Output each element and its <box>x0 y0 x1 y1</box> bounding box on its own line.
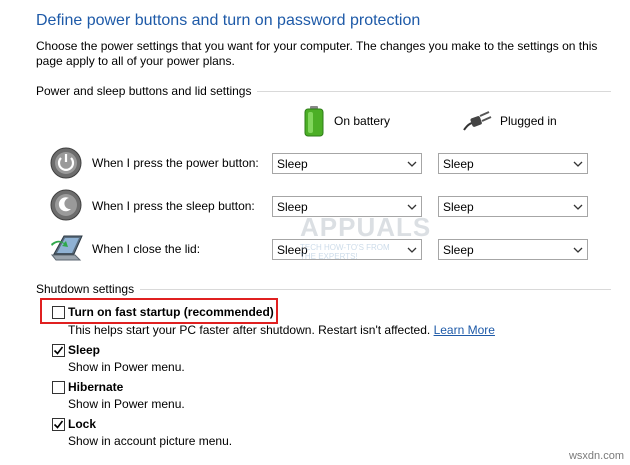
lock-label: Lock <box>68 417 97 431</box>
hibernate-label: Hibernate <box>68 380 124 394</box>
lock-description: Show in account picture menu. <box>68 434 233 448</box>
battery-icon <box>304 106 324 137</box>
fast-startup-checkbox[interactable] <box>52 306 65 319</box>
lid-plugged-value: Sleep <box>443 242 474 257</box>
checkmark-icon <box>53 420 64 429</box>
laptop-lid-icon <box>50 232 83 264</box>
sleep-checkbox[interactable] <box>52 344 65 357</box>
lid-plugged-select[interactable]: Sleep <box>438 239 588 260</box>
lid-label: When I close the lid: <box>92 242 201 256</box>
power-button-plugged-value: Sleep <box>443 156 474 171</box>
lock-checkbox[interactable] <box>52 418 65 431</box>
plug-icon <box>463 111 492 131</box>
section-divider <box>257 90 611 92</box>
site-watermark-text: wsxdn.com <box>568 450 624 462</box>
chevron-down-icon <box>569 204 587 210</box>
checkmark-icon <box>53 346 64 355</box>
chevron-down-icon <box>569 161 587 167</box>
sleep-button-plugged-value: Sleep <box>443 199 474 214</box>
sleep-button-icon <box>50 189 82 221</box>
fast-startup-label: Turn on fast startup (recommended) <box>68 305 274 319</box>
fast-startup-description-text: This helps start your PC faster after sh… <box>68 323 431 337</box>
chevron-down-icon <box>403 161 421 167</box>
sleep-label: Sleep <box>68 343 101 357</box>
chevron-down-icon <box>569 247 587 253</box>
watermark-brand: APPUALS <box>300 212 432 242</box>
power-button-battery-select[interactable]: Sleep <box>272 153 422 174</box>
watermark-tagline-1: TECH HOW-TO'S FROM <box>300 243 390 252</box>
page-description: Choose the power settings that you want … <box>36 39 598 68</box>
column-on-battery: On battery <box>302 105 390 137</box>
power-section-heading: Power and sleep buttons and lid settings <box>36 84 611 98</box>
power-section-title: Power and sleep buttons and lid settings <box>36 84 252 98</box>
power-button-label: When I press the power button: <box>92 156 259 170</box>
appuals-watermark: APPUALS TECH HOW-TO'S FROM THE EXPERTS! <box>300 212 432 272</box>
sleep-button-plugged-select[interactable]: Sleep <box>438 196 588 217</box>
hibernate-checkbox[interactable] <box>52 381 65 394</box>
power-button-battery-value: Sleep <box>277 156 308 171</box>
page-title: Define power buttons and turn on passwor… <box>36 12 421 29</box>
plugged-in-label: Plugged in <box>500 114 557 128</box>
sleep-button-label: When I press the sleep button: <box>92 199 255 213</box>
column-plugged-in: Plugged in <box>462 110 557 132</box>
section-divider <box>140 288 611 290</box>
watermark-tagline-2: THE EXPERTS! <box>300 252 358 261</box>
on-battery-label: On battery <box>334 114 391 128</box>
sleep-description: Show in Power menu. <box>68 360 185 374</box>
chevron-down-icon <box>403 204 421 210</box>
power-button-icon <box>50 147 82 179</box>
shutdown-section-heading: Shutdown settings <box>36 282 611 296</box>
hibernate-description: Show in Power menu. <box>68 397 185 411</box>
shutdown-section-title: Shutdown settings <box>36 282 135 296</box>
power-button-plugged-select[interactable]: Sleep <box>438 153 588 174</box>
learn-more-link[interactable]: Learn More <box>434 323 495 337</box>
fast-startup-description: This helps start your PC faster after sh… <box>68 323 495 337</box>
